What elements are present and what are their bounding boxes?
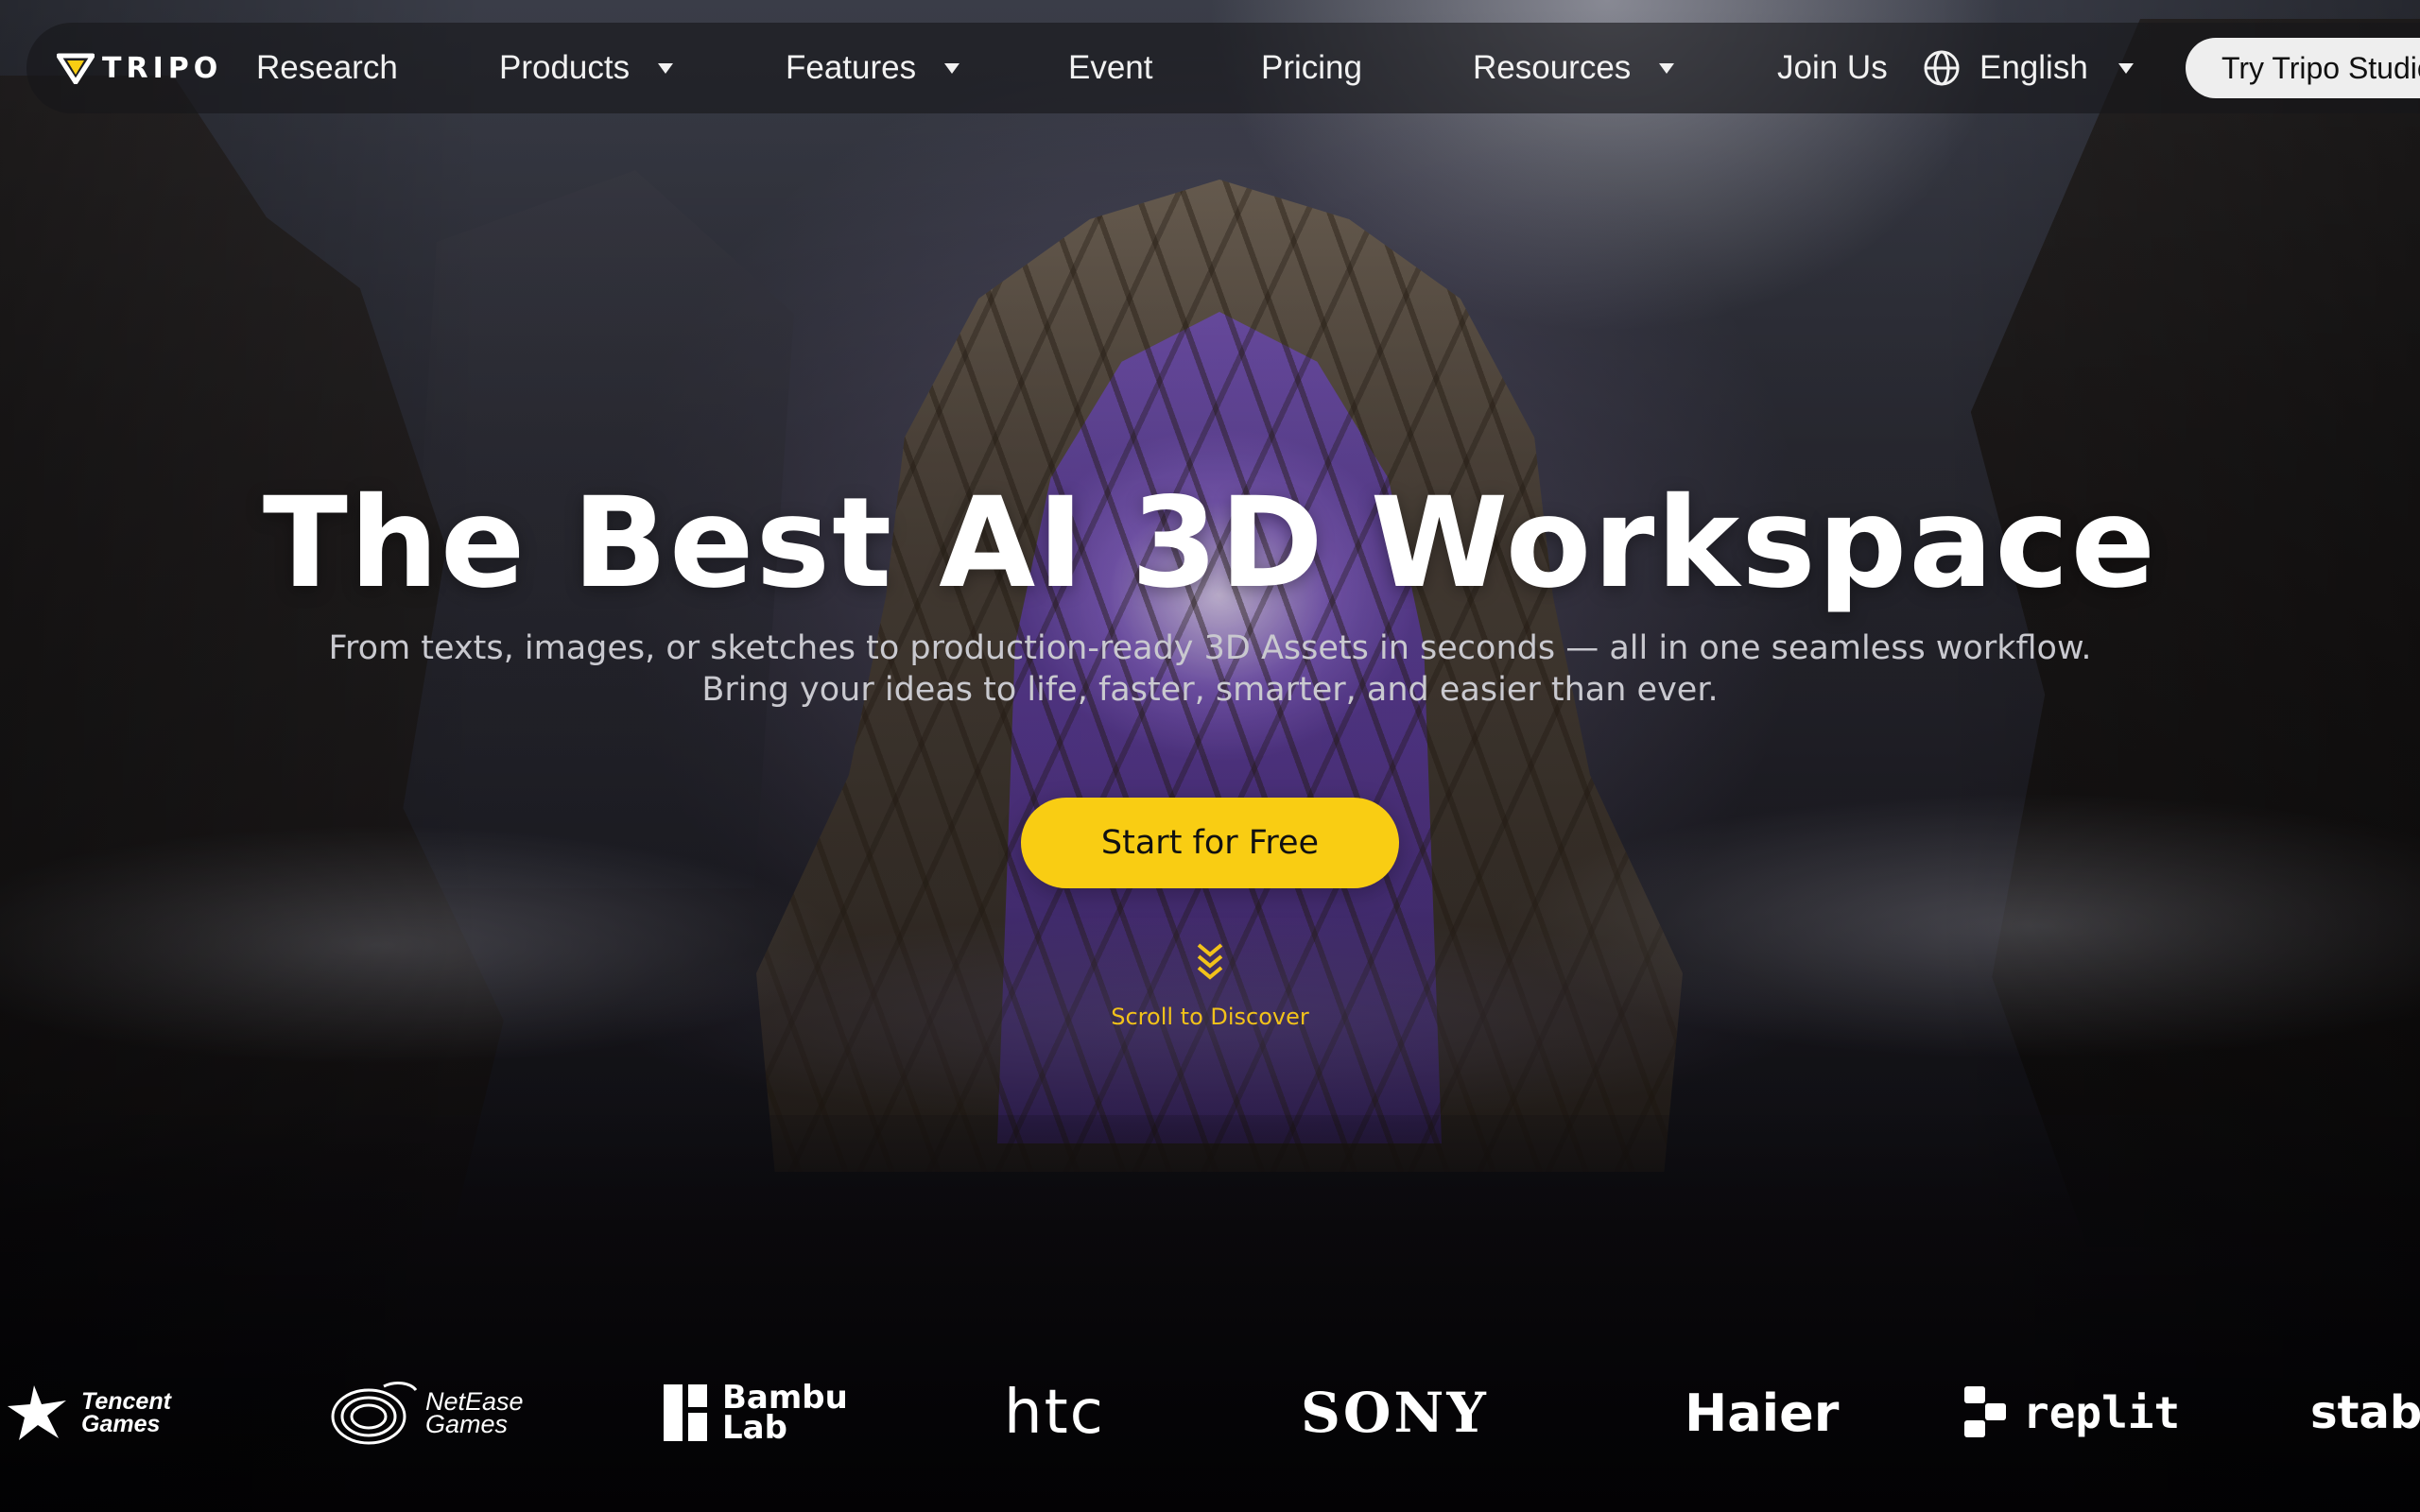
tencent-games-logo: Tencent Games (6, 1361, 171, 1465)
caret-down-icon (658, 62, 674, 74)
hero-title: The Best AI 3D Workspace (262, 471, 2158, 616)
htc-logo: htc (1004, 1378, 1105, 1448)
hero-subtitle-line-1: From texts, images, or sketches to produ… (328, 629, 2092, 667)
chevrons-down-icon[interactable] (1195, 941, 1225, 983)
caret-down-icon (944, 62, 960, 74)
nav-resources-label: Resources (1473, 49, 1632, 86)
netease-line-2: Games (425, 1410, 509, 1438)
caret-down-icon (2118, 62, 2134, 74)
top-navbar: TRIPO Research Products Features Event P… (26, 23, 2420, 113)
nav-event[interactable]: Event (1068, 23, 1153, 113)
tencent-line-2: Games (81, 1411, 161, 1437)
caret-down-icon (1659, 62, 1675, 74)
stability-logo: stabi (2310, 1386, 2420, 1439)
tripo-logo[interactable]: TRIPO (57, 51, 222, 85)
nav-pricing[interactable]: Pricing (1261, 23, 1362, 113)
globe-icon (1924, 50, 1960, 86)
nav-pricing-label: Pricing (1261, 49, 1362, 86)
tencent-line-1: Tencent (81, 1388, 171, 1415)
sony-logo: SONY (1301, 1381, 1489, 1445)
nav-features-label: Features (786, 49, 917, 86)
bambu-line-2: Lab (722, 1409, 787, 1447)
nav-join-us-label: Join Us (1777, 49, 1888, 86)
hero-background (0, 0, 2420, 1512)
haier-logo: Haier (1685, 1383, 1840, 1443)
nav-research[interactable]: Research (256, 23, 398, 113)
nav-research-label: Research (256, 49, 398, 86)
nav-resources[interactable]: Resources (1473, 23, 1675, 113)
nav-event-label: Event (1068, 49, 1153, 86)
tencent-star-icon (8, 1385, 66, 1440)
netease-games-logo: NetEase Games (327, 1361, 524, 1465)
hero-subtitle: From texts, images, or sketches to produ… (0, 627, 2420, 711)
nav-join-us[interactable]: Join Us (1777, 23, 1888, 113)
nav-products[interactable]: Products (499, 23, 674, 113)
netease-swirl-icon (331, 1382, 418, 1445)
hero-subtitle-line-2: Bring your ideas to life, faster, smarte… (701, 671, 1719, 709)
partner-logo-strip: Tencent Games NetEase Games Bambu Lab ht… (0, 1361, 2420, 1465)
replit-icon (1964, 1386, 2006, 1437)
replit-logo: replit (1964, 1361, 2180, 1465)
start-for-free-button[interactable]: Start for Free (1021, 798, 1399, 888)
tripo-logo-icon (57, 53, 95, 84)
vignette (0, 0, 2420, 1512)
bambu-lab-logo: Bambu Lab (664, 1361, 848, 1465)
scroll-to-discover[interactable]: Scroll to Discover (0, 1004, 2420, 1030)
logo-wordmark: TRIPO (102, 51, 223, 85)
language-label: English (1979, 49, 2088, 86)
try-tripo-studio-button[interactable]: Try Tripo Studio (2186, 38, 2420, 98)
replit-wordmark: replit (2023, 1387, 2181, 1438)
bambu-lab-icon (664, 1384, 707, 1441)
nav-features[interactable]: Features (786, 23, 960, 113)
language-selector[interactable]: English (1923, 23, 2134, 113)
nav-products-label: Products (499, 49, 631, 86)
